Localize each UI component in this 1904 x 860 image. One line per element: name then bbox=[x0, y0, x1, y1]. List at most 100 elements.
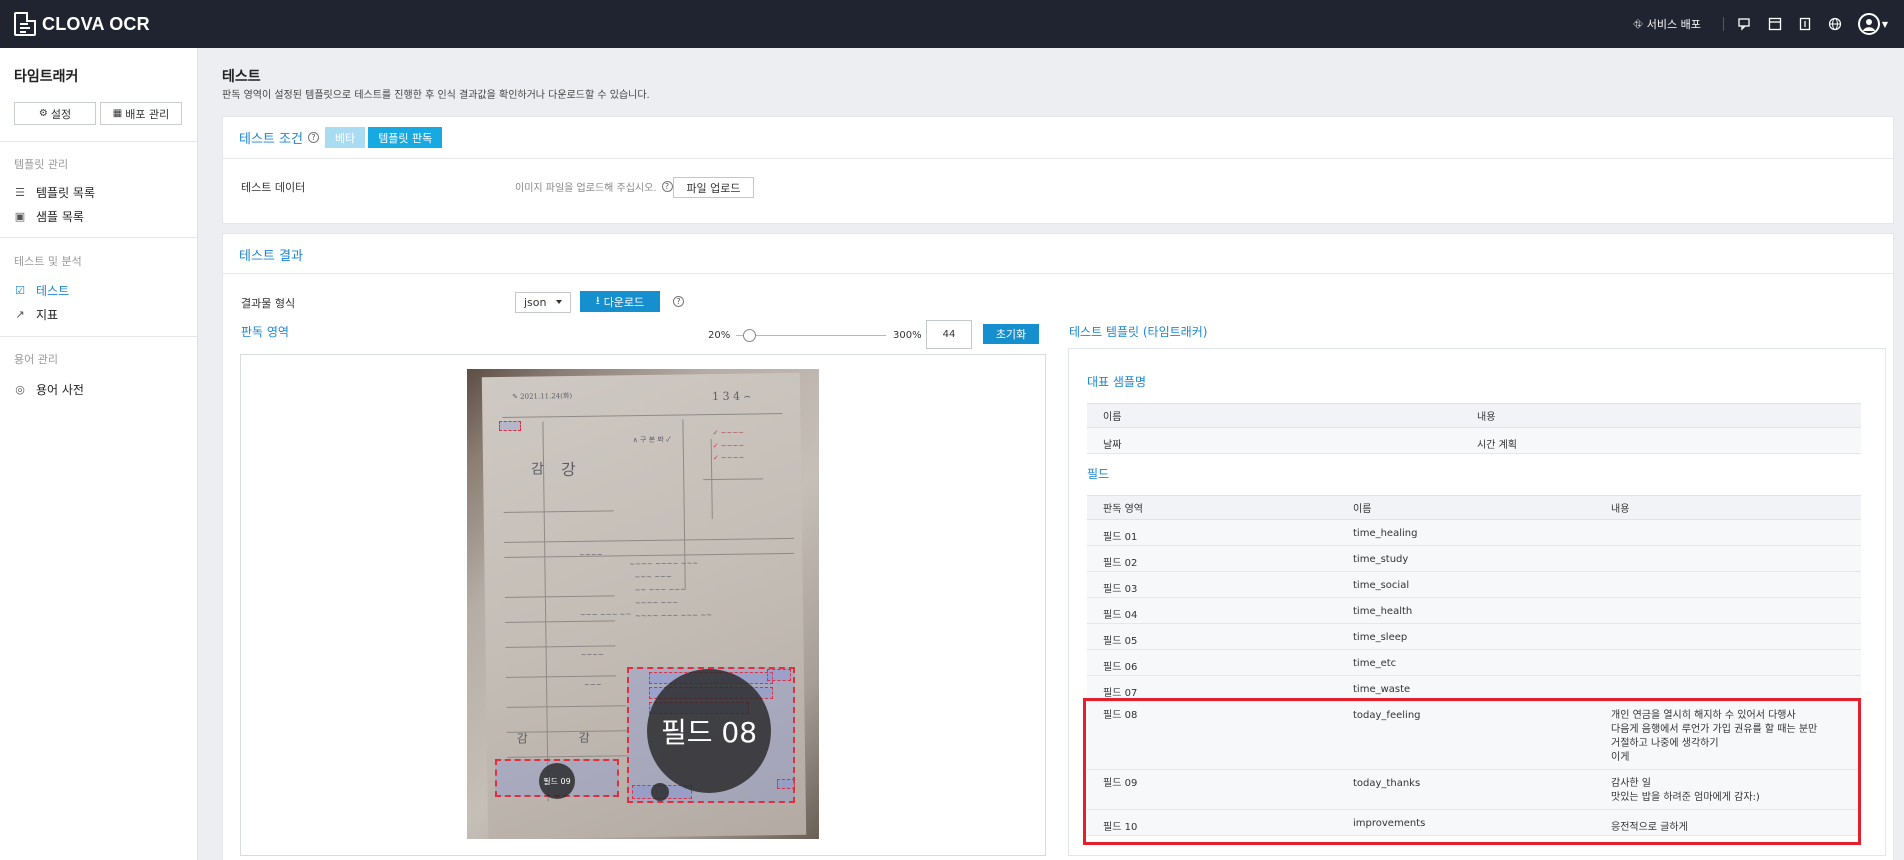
document-icon bbox=[14, 12, 36, 36]
field-region-small[interactable] bbox=[499, 421, 521, 431]
zoom-value-input[interactable]: 44 bbox=[926, 320, 972, 349]
column-header: 내용 bbox=[1461, 403, 1861, 428]
file-upload-button[interactable]: 파일 업로드 bbox=[673, 177, 754, 198]
sidebar-item-metrics[interactable]: ↗ 지표 bbox=[14, 306, 58, 323]
globe-icon[interactable] bbox=[1828, 17, 1842, 31]
section-test-analysis: 테스트 및 분석 bbox=[14, 255, 82, 268]
tab-template-read[interactable]: 템플릿 판독 bbox=[368, 127, 443, 148]
field08-label: 필드 08 bbox=[660, 716, 758, 749]
sidebar-item-template-list[interactable]: ☰ 템플릿 목록 bbox=[14, 184, 95, 201]
column-header: 이름 bbox=[1087, 403, 1461, 428]
divider bbox=[0, 336, 198, 337]
field-area-cell: 필드 04 bbox=[1087, 597, 1337, 624]
test-conditions-title: 테스트 조건 bbox=[239, 132, 303, 147]
table-row: 필드 05 time_sleep bbox=[1087, 623, 1861, 650]
sample-table: 이름 내용 날짜 시간 계획 bbox=[1087, 403, 1861, 454]
sitemap-icon: ⛗ bbox=[1633, 16, 1643, 31]
zoom-slider-track[interactable] bbox=[736, 335, 886, 336]
field09-label-bubble: 필드 09 bbox=[539, 763, 575, 799]
chart-line-icon: ↗ bbox=[15, 308, 25, 321]
highlight-annotation bbox=[1083, 698, 1861, 845]
test-data-label: 테스트 데이터 bbox=[241, 181, 306, 194]
zoom-min-label: 20% bbox=[708, 330, 731, 341]
sample-name-cell: 날짜 bbox=[1087, 427, 1461, 454]
help-icon[interactable]: ? bbox=[673, 296, 684, 307]
top-bar: CLOVA OCR ⛗ 서비스 배포 ▼ bbox=[0, 0, 1904, 48]
divider bbox=[0, 237, 198, 238]
chat-icon[interactable] bbox=[1738, 17, 1752, 31]
service-deploy-link[interactable]: ⛗ 서비스 배포 bbox=[1633, 16, 1701, 32]
sidebar-item-sample-list[interactable]: ▣ 샘플 목록 bbox=[14, 208, 84, 225]
field-content-cell bbox=[1595, 649, 1861, 676]
tab-beta[interactable]: 베타 bbox=[324, 127, 366, 148]
field08-label-bubble: 필드 08 bbox=[647, 669, 771, 793]
sidebar-item-label: 지표 bbox=[36, 308, 59, 322]
table-header-row: 판독 영역 이름 내용 bbox=[1087, 495, 1861, 520]
file-upload-label: 파일 업로드 bbox=[686, 181, 741, 195]
field-content-cell bbox=[1595, 545, 1861, 572]
download-button[interactable]: ⭳ 다운로드 bbox=[580, 291, 660, 312]
service-deploy-label: 서비스 배포 bbox=[1646, 18, 1701, 31]
deploy-manage-label: 배포 관리 bbox=[125, 107, 170, 121]
format-select[interactable]: json bbox=[515, 292, 571, 313]
zoom-max-label: 300% bbox=[893, 330, 922, 341]
template-title: 테스트 템플릿 (타임트래커) bbox=[1069, 325, 1208, 339]
table-header-row: 이름 내용 bbox=[1087, 403, 1861, 428]
table-row: 필드 04 time_health bbox=[1087, 597, 1861, 624]
field-area-cell: 필드 01 bbox=[1087, 519, 1337, 546]
user-avatar-icon[interactable] bbox=[1857, 13, 1880, 35]
column-header: 판독 영역 bbox=[1087, 495, 1337, 520]
column-header: 이름 bbox=[1337, 495, 1595, 520]
sidebar-item-label: 용어 사전 bbox=[36, 383, 84, 397]
divider bbox=[1722, 17, 1724, 31]
field-region-line[interactable] bbox=[767, 669, 791, 681]
region-title: 판독 영역 bbox=[241, 325, 289, 339]
project-title: 타임트래커 bbox=[14, 69, 79, 85]
guide-icon[interactable] bbox=[1798, 17, 1812, 31]
sidebar-item-label: 테스트 bbox=[36, 284, 70, 298]
reset-button[interactable]: 초기화 bbox=[983, 324, 1039, 344]
sidebar-item-test[interactable]: ☑ 테스트 bbox=[14, 282, 69, 299]
image-viewer[interactable]: ✎ 2021.11.24(화) 1 3 4 ⌢ 감 강 ∧ 구 본 봐 ✓ ✓ … bbox=[240, 354, 1046, 856]
table-row: 필드 02 time_study bbox=[1087, 545, 1861, 572]
field-area-cell: 필드 03 bbox=[1087, 571, 1337, 598]
deploy-manage-button[interactable]: ▦ 배포 관리 bbox=[100, 102, 182, 125]
divider bbox=[223, 273, 1893, 274]
sidebar-item-dictionary[interactable]: ◎ 용어 사전 bbox=[14, 381, 84, 398]
help-icon[interactable]: ? bbox=[307, 132, 319, 143]
notice-icon[interactable] bbox=[1768, 17, 1782, 31]
table-row: 날짜 시간 계획 bbox=[1087, 427, 1861, 454]
settings-button[interactable]: ⚙ 설정 bbox=[14, 102, 96, 125]
help-icon[interactable]: ? bbox=[661, 181, 673, 192]
sample-content-cell: 시간 계획 bbox=[1461, 427, 1861, 454]
sidebar: 타임트래커 ⚙ 설정 ▦ 배포 관리 템플릿 관리 ☰ 템플릿 목록 ▣ 샘플 … bbox=[0, 48, 198, 860]
field10-label-bubble bbox=[651, 783, 669, 801]
image-icon: ▣ bbox=[14, 210, 26, 223]
upload-hint-text: 이미지 파일을 업로드해 주십시오. bbox=[515, 183, 657, 194]
section-template-manage: 템플릿 관리 bbox=[14, 158, 69, 171]
grid-icon: ▦ bbox=[112, 108, 123, 119]
section-term-manage: 용어 관리 bbox=[14, 353, 58, 366]
field-area-cell: 필드 02 bbox=[1087, 545, 1337, 572]
field-name-cell: time_study bbox=[1337, 545, 1595, 572]
field-name-cell: time_etc bbox=[1337, 649, 1595, 676]
settings-label: 설정 bbox=[50, 107, 72, 121]
test-conditions-header: 테스트 조건 ? 베타 템플릿 판독 bbox=[239, 127, 443, 148]
field-title: 필드 bbox=[1087, 467, 1110, 481]
test-conditions-panel: 테스트 조건 ? 베타 템플릿 판독 테스트 데이터 이미지 파일을 업로드해 … bbox=[222, 116, 1894, 224]
chevron-down-icon[interactable]: ▼ bbox=[1882, 20, 1888, 29]
brand[interactable]: CLOVA OCR bbox=[14, 12, 150, 36]
sidebar-item-label: 샘플 목록 bbox=[36, 210, 84, 224]
table-row: 필드 01 time_healing bbox=[1087, 519, 1861, 546]
field-content-cell bbox=[1595, 597, 1861, 624]
document-photo: ✎ 2021.11.24(화) 1 3 4 ⌢ 감 강 ∧ 구 본 봐 ✓ ✓ … bbox=[467, 369, 819, 839]
upload-hint: 이미지 파일을 업로드해 주십시오. ? bbox=[515, 179, 673, 194]
gear-icon: ⚙ bbox=[38, 108, 48, 119]
test-results-title: 테스트 결과 bbox=[239, 249, 303, 264]
field09-label: 필드 09 bbox=[543, 776, 571, 786]
zoom-slider-thumb[interactable] bbox=[742, 329, 756, 342]
page-description: 판독 영역이 설정된 템플릿으로 테스트를 진행한 후 인식 결과값을 확인하거… bbox=[222, 90, 650, 101]
field-region-line[interactable] bbox=[777, 779, 795, 789]
table-row: 필드 06 time_etc bbox=[1087, 649, 1861, 676]
divider bbox=[223, 158, 1893, 159]
